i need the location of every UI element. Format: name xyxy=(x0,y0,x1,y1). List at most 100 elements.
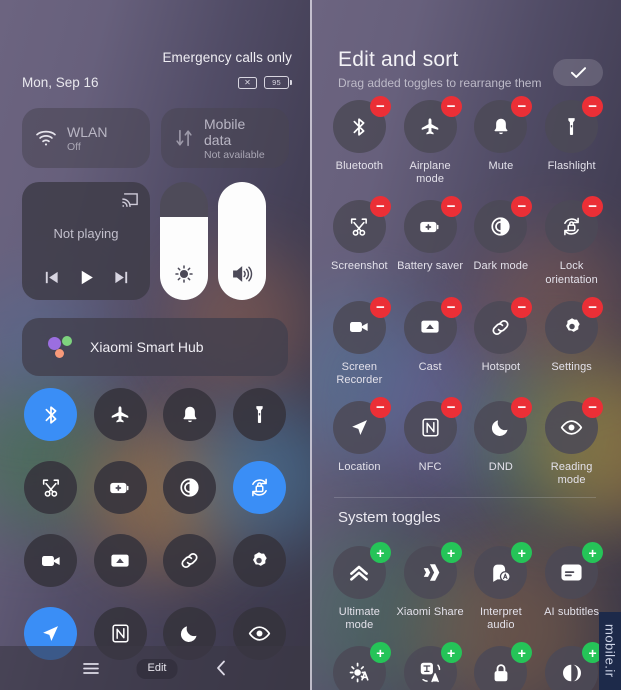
home-square-icon[interactable]: Edit xyxy=(136,658,178,679)
add-badge-icon[interactable]: + xyxy=(440,542,462,563)
added-toggle-icon-wrap[interactable]: − xyxy=(332,296,391,354)
add-badge-icon[interactable]: + xyxy=(582,542,604,563)
system-toggle-half-circle-icon[interactable]: + xyxy=(537,642,607,690)
added-toggle-icon-wrap[interactable]: − xyxy=(545,96,604,153)
added-toggle-icon-wrap[interactable]: − xyxy=(545,397,604,455)
system-toggle-lock-icon[interactable]: + xyxy=(466,642,536,690)
remove-badge-icon[interactable]: − xyxy=(511,96,533,117)
added-toggle-cast[interactable]: − Cast xyxy=(395,296,465,387)
system-toggle-icon-wrap[interactable]: + xyxy=(403,542,462,599)
toggle-screen-recorder[interactable] xyxy=(24,534,78,587)
remove-badge-icon[interactable]: − xyxy=(511,397,533,419)
added-toggle-icon-wrap[interactable]: − xyxy=(403,196,462,254)
system-toggle-icon-wrap[interactable]: + xyxy=(332,642,391,690)
added-toggle-icon-wrap[interactable]: − xyxy=(474,397,533,455)
remove-badge-icon[interactable]: − xyxy=(440,397,462,419)
system-toggle-image-translate-icon[interactable]: + xyxy=(395,642,465,690)
added-toggle-icon-wrap[interactable]: − xyxy=(403,96,462,153)
add-badge-icon[interactable]: + xyxy=(369,542,391,563)
system-toggle-icon-wrap[interactable]: + xyxy=(403,642,462,690)
toggle-settings[interactable] xyxy=(232,534,286,587)
added-toggle-icon-wrap[interactable]: − xyxy=(474,296,533,354)
skip-previous-icon[interactable] xyxy=(43,269,60,286)
added-toggle-lock-orientation[interactable]: − Lock orientation xyxy=(537,196,607,286)
toggle-lock-orientation[interactable] xyxy=(232,461,286,514)
toggle-airplane-mode[interactable] xyxy=(93,388,147,441)
brightness-slider[interactable] xyxy=(160,182,208,300)
system-toggle-icon-wrap[interactable]: + xyxy=(474,642,533,690)
remove-badge-icon[interactable]: − xyxy=(440,96,462,117)
toggle-flashlight[interactable] xyxy=(232,388,286,441)
cast-icon[interactable] xyxy=(121,192,139,208)
added-toggle-screenshot[interactable]: − Screenshot xyxy=(324,196,394,286)
toggle-battery-saver[interactable] xyxy=(93,461,147,514)
add-badge-icon[interactable]: + xyxy=(369,642,391,664)
remove-badge-icon[interactable]: − xyxy=(369,397,391,419)
play-icon[interactable] xyxy=(77,268,96,287)
toggle-hotspot[interactable] xyxy=(163,534,217,587)
added-toggle-settings[interactable]: − Settings xyxy=(537,296,607,387)
added-toggle-label: Hotspot xyxy=(481,360,521,373)
confirm-button[interactable] xyxy=(553,59,603,86)
mobile-data-card[interactable]: Mobile data Not available xyxy=(161,108,289,168)
system-toggle-xiaomi-share[interactable]: + Xiaomi Share xyxy=(395,542,465,632)
wlan-card[interactable]: WLAN Off xyxy=(22,108,150,168)
added-toggle-icon-wrap[interactable]: − xyxy=(545,296,604,354)
remove-badge-icon[interactable]: − xyxy=(511,196,533,218)
added-toggle-icon-wrap[interactable]: − xyxy=(403,296,462,354)
added-toggle-icon-wrap[interactable]: − xyxy=(474,96,533,153)
added-toggle-icon-wrap[interactable]: − xyxy=(332,196,391,254)
remove-badge-icon[interactable]: − xyxy=(369,96,391,117)
added-toggle-battery-saver[interactable]: − Battery saver xyxy=(395,196,465,286)
added-toggle-reading-mode[interactable]: − Reading mode xyxy=(537,397,607,487)
remove-badge-icon[interactable]: − xyxy=(369,196,391,218)
system-toggle-ultimate-mode[interactable]: + Ultimate mode xyxy=(324,542,394,632)
system-toggle-icon-wrap[interactable]: + xyxy=(545,542,604,599)
added-toggle-icon-wrap[interactable]: − xyxy=(545,196,604,254)
back-chevron-icon[interactable] xyxy=(214,659,228,677)
added-toggle-dark-mode[interactable]: − Dark mode xyxy=(466,196,536,286)
remove-badge-icon[interactable]: − xyxy=(582,397,604,419)
remove-badge-icon[interactable]: − xyxy=(582,196,604,218)
remove-badge-icon[interactable]: − xyxy=(511,296,533,318)
system-toggle-icon-wrap[interactable]: + xyxy=(545,642,604,690)
added-toggle-icon-wrap[interactable]: − xyxy=(332,397,391,455)
media-player-card[interactable]: Not playing xyxy=(22,182,150,300)
added-toggle-mute[interactable]: − Mute xyxy=(466,96,536,186)
added-toggle-icon-wrap[interactable]: − xyxy=(332,96,391,153)
added-toggle-screen-recorder[interactable]: − Screen Recorder xyxy=(324,296,394,387)
added-toggle-bluetooth[interactable]: − Bluetooth xyxy=(324,96,394,186)
added-toggle-icon-wrap[interactable]: − xyxy=(403,397,462,455)
add-badge-icon[interactable]: + xyxy=(511,542,533,563)
toggle-cast[interactable] xyxy=(93,534,147,587)
add-badge-icon[interactable]: + xyxy=(511,642,533,664)
xiaomi-smart-hub-card[interactable]: Xiaomi Smart Hub xyxy=(22,318,288,376)
skip-next-icon[interactable] xyxy=(113,269,130,286)
added-toggle-icon-wrap[interactable]: − xyxy=(474,196,533,254)
added-toggle-label: Airplane mode xyxy=(409,160,451,186)
added-toggle-nfc[interactable]: − NFC xyxy=(395,397,465,487)
added-toggle-hotspot[interactable]: − Hotspot xyxy=(466,296,536,387)
added-toggle-flashlight[interactable]: − Flashlight xyxy=(537,96,607,186)
remove-badge-icon[interactable]: − xyxy=(582,96,604,117)
system-toggle-icon-wrap[interactable]: + xyxy=(474,542,533,599)
system-toggle-auto-brightness-icon[interactable]: + xyxy=(324,642,394,690)
gear-icon xyxy=(248,550,270,572)
volume-slider[interactable] xyxy=(218,182,266,300)
remove-badge-icon[interactable]: − xyxy=(369,296,391,318)
toggle-dark-mode[interactable] xyxy=(163,461,217,514)
remove-badge-icon[interactable]: − xyxy=(440,296,462,318)
hamburger-menu-icon[interactable] xyxy=(82,661,100,676)
added-toggle-location[interactable]: − Location xyxy=(324,397,394,487)
added-toggle-airplane-mode[interactable]: − Airplane mode xyxy=(395,96,465,186)
add-badge-icon[interactable]: + xyxy=(440,642,462,664)
added-toggle-dnd[interactable]: − DND xyxy=(466,397,536,487)
system-toggle-icon-wrap[interactable]: + xyxy=(332,542,391,599)
system-toggle-ai-subtitles[interactable]: + AI subtitles xyxy=(537,542,607,632)
system-toggle-interpret-audio[interactable]: + Interpret audio xyxy=(466,542,536,632)
remove-badge-icon[interactable]: − xyxy=(440,196,462,218)
toggle-bluetooth[interactable] xyxy=(24,388,78,441)
remove-badge-icon[interactable]: − xyxy=(582,296,604,318)
toggle-mute[interactable] xyxy=(163,388,217,441)
toggle-screenshot[interactable] xyxy=(24,461,78,514)
